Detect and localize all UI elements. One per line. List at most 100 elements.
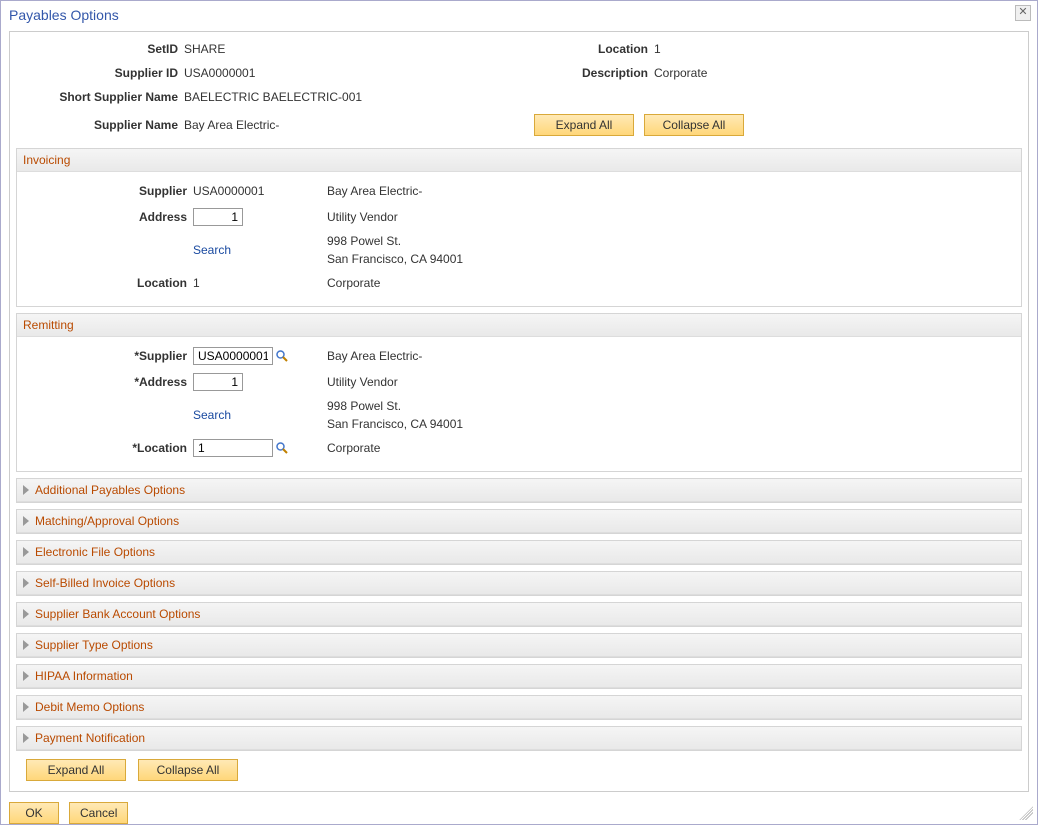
- rem-supplier-label: *Supplier: [23, 349, 193, 363]
- section-title: Additional Payables Options: [35, 483, 185, 497]
- expand-triangle-icon: [23, 671, 29, 681]
- expand-triangle-icon: [23, 609, 29, 619]
- rem-location-label: *Location: [23, 441, 193, 455]
- rem-addr-line3: San Francisco, CA 94001: [327, 415, 723, 433]
- lookup-icon[interactable]: [275, 441, 289, 455]
- collapse-all-button[interactable]: Collapse All: [644, 114, 744, 136]
- expand-collapse-bottom: Expand All Collapse All: [26, 759, 1022, 781]
- expand-all-button-bottom[interactable]: Expand All: [26, 759, 126, 781]
- rem-supplier-input[interactable]: [193, 347, 273, 365]
- expand-all-button[interactable]: Expand All: [534, 114, 634, 136]
- rem-address-input[interactable]: [193, 373, 243, 391]
- inv-addr-line3: San Francisco, CA 94001: [327, 250, 723, 268]
- section-title: Debit Memo Options: [35, 700, 144, 714]
- rem-addr-line2: 998 Powel St.: [327, 397, 723, 415]
- section-header-collapsed[interactable]: HIPAA Information: [17, 665, 1021, 688]
- short-name-value: BAELECTRIC BAELECTRIC-001: [184, 90, 854, 104]
- invoicing-body: Supplier USA0000001 Bay Area Electric- A…: [17, 172, 1021, 306]
- title-bar: Payables Options ✕: [1, 1, 1037, 31]
- inv-address-label: Address: [23, 210, 193, 224]
- inv-location-label: Location: [23, 276, 193, 290]
- section-header-collapsed[interactable]: Supplier Bank Account Options: [17, 603, 1021, 626]
- collapsed-section: Electronic File Options: [16, 540, 1022, 565]
- section-header-collapsed[interactable]: Electronic File Options: [17, 541, 1021, 564]
- section-header-collapsed[interactable]: Debit Memo Options: [17, 696, 1021, 719]
- supplier-name-label: Supplier Name: [14, 118, 184, 132]
- lookup-icon[interactable]: [275, 349, 289, 363]
- collapsed-section: Supplier Bank Account Options: [16, 602, 1022, 627]
- expand-collapse-top: Expand All Collapse All: [534, 114, 854, 136]
- inv-address-search-link[interactable]: Search: [193, 243, 231, 257]
- inv-addr-rest: 998 Powel St. San Francisco, CA 94001: [323, 232, 723, 268]
- section-header-collapsed[interactable]: Supplier Type Options: [17, 634, 1021, 657]
- inv-location-desc: Corporate: [323, 276, 723, 290]
- section-header-collapsed[interactable]: Matching/Approval Options: [17, 510, 1021, 533]
- section-header-collapsed[interactable]: Payment Notification: [17, 727, 1021, 750]
- short-name-label: Short Supplier Name: [14, 90, 184, 104]
- collapsed-section: Self-Billed Invoice Options: [16, 571, 1022, 596]
- cancel-button[interactable]: Cancel: [69, 802, 128, 824]
- invoicing-section: Invoicing Supplier USA0000001 Bay Area E…: [16, 148, 1022, 307]
- description-value: Corporate: [654, 66, 854, 80]
- expand-triangle-icon: [23, 485, 29, 495]
- inv-supplier-value: USA0000001: [193, 184, 264, 198]
- description-label: Description: [534, 66, 654, 80]
- dialog: Payables Options ✕ SetID SHARE Location …: [0, 0, 1038, 825]
- inv-address-input[interactable]: [193, 208, 243, 226]
- rem-location-desc: Corporate: [323, 441, 723, 455]
- inv-addr-line1: Utility Vendor: [327, 208, 723, 226]
- rem-addr-rest: 998 Powel St. San Francisco, CA 94001: [323, 397, 723, 433]
- section-title: Supplier Bank Account Options: [35, 607, 200, 621]
- inv-addr-line2: 998 Powel St.: [327, 232, 723, 250]
- section-title: Payment Notification: [35, 731, 145, 745]
- invoicing-title: Invoicing: [23, 153, 70, 167]
- location-label: Location: [534, 42, 654, 56]
- section-title: Matching/Approval Options: [35, 514, 179, 528]
- inv-supplier-label: Supplier: [23, 184, 193, 198]
- expand-triangle-icon: [23, 733, 29, 743]
- collapsed-section: Additional Payables Options: [16, 478, 1022, 503]
- setid-label: SetID: [14, 42, 184, 56]
- section-header-collapsed[interactable]: Self-Billed Invoice Options: [17, 572, 1021, 595]
- ok-button[interactable]: OK: [9, 802, 59, 824]
- remitting-title: Remitting: [23, 318, 74, 332]
- section-title: Electronic File Options: [35, 545, 155, 559]
- location-value: 1: [654, 42, 854, 56]
- collapsed-section: Supplier Type Options: [16, 633, 1022, 658]
- content-panel: SetID SHARE Location 1 Supplier ID USA00…: [9, 31, 1029, 792]
- expand-triangle-icon: [23, 702, 29, 712]
- remitting-section: Remitting *Supplier Bay Area Electric- *…: [16, 313, 1022, 472]
- supplier-name-value: Bay Area Electric-: [184, 118, 534, 132]
- remitting-body: *Supplier Bay Area Electric- *Address: [17, 337, 1021, 471]
- supplier-id-value: USA0000001: [184, 66, 534, 80]
- ok-cancel-row: OK Cancel: [9, 802, 1037, 824]
- collapse-all-button-bottom[interactable]: Collapse All: [138, 759, 238, 781]
- resize-grip-icon[interactable]: [1019, 806, 1033, 820]
- invoicing-header: Invoicing: [17, 149, 1021, 172]
- inv-address-block: Utility Vendor: [323, 208, 723, 226]
- expand-triangle-icon: [23, 640, 29, 650]
- section-header-collapsed[interactable]: Additional Payables Options: [17, 479, 1021, 502]
- inv-supplier-name: Bay Area Electric-: [323, 184, 723, 198]
- collapsed-section: HIPAA Information: [16, 664, 1022, 689]
- collapsed-section: Matching/Approval Options: [16, 509, 1022, 534]
- setid-value: SHARE: [184, 42, 534, 56]
- rem-location-input[interactable]: [193, 439, 273, 457]
- collapsed-section: Debit Memo Options: [16, 695, 1022, 720]
- expand-triangle-icon: [23, 516, 29, 526]
- dialog-title: Payables Options: [9, 7, 119, 23]
- section-title: HIPAA Information: [35, 669, 133, 683]
- collapsed-section: Payment Notification: [16, 726, 1022, 751]
- section-title: Supplier Type Options: [35, 638, 153, 652]
- rem-addr-line1: Utility Vendor: [323, 375, 723, 389]
- expand-triangle-icon: [23, 547, 29, 557]
- rem-supplier-name: Bay Area Electric-: [323, 349, 723, 363]
- section-title: Self-Billed Invoice Options: [35, 576, 175, 590]
- rem-address-label: *Address: [23, 375, 193, 389]
- remitting-header: Remitting: [17, 314, 1021, 337]
- rem-address-search-link[interactable]: Search: [193, 408, 231, 422]
- supplier-id-label: Supplier ID: [14, 66, 184, 80]
- inv-location-value: 1: [193, 276, 200, 290]
- header-grid: SetID SHARE Location 1 Supplier ID USA00…: [14, 40, 1024, 142]
- close-icon[interactable]: ✕: [1015, 5, 1031, 21]
